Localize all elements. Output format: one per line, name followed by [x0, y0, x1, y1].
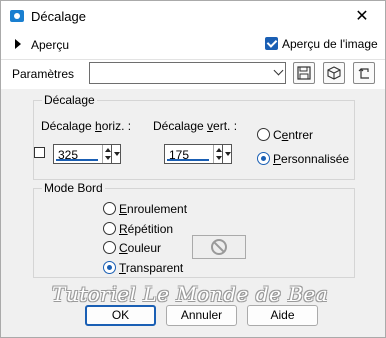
reset-icon — [358, 68, 369, 79]
couleur-post: ouleur — [127, 241, 162, 255]
vert-offset-input[interactable]: 175 — [164, 144, 224, 164]
window-title: Décalage — [31, 9, 86, 24]
horiz-label: Décalage horiz. : — [41, 119, 131, 133]
horiz-offset-input[interactable]: 325 — [53, 144, 113, 164]
no-color-icon — [211, 239, 227, 255]
couleur-key: C — [119, 241, 128, 255]
transparent-radio[interactable] — [103, 261, 116, 274]
centrer-label-pre: C — [273, 128, 282, 142]
title-bar: Décalage ✕ — [1, 1, 385, 32]
enroulement-post: nroulement — [127, 202, 188, 216]
vert-focus-line — [167, 159, 209, 161]
aide-button[interactable]: Aide — [247, 305, 318, 326]
preview-toolbar: Aperçu Aperçu de l'image — [1, 32, 385, 59]
close-button[interactable]: ✕ — [339, 1, 385, 32]
repetition-label[interactable]: Répétition — [119, 222, 173, 236]
apercu-image-label[interactable]: Aperçu de l'image — [282, 37, 378, 51]
transparent-key: T — [119, 261, 126, 275]
chevron-down-icon — [273, 65, 284, 76]
personnalisee-radio[interactable] — [257, 152, 270, 165]
centrer-radio[interactable] — [257, 128, 270, 141]
offset-group-title: Décalage — [42, 93, 97, 107]
personnalisee-label[interactable]: Personnalisée — [273, 152, 349, 166]
annuler-button[interactable]: Annuler — [166, 305, 237, 326]
couleur-radio[interactable] — [103, 241, 116, 254]
color-swatch-button[interactable] — [192, 235, 246, 259]
params-combo[interactable] — [89, 62, 286, 84]
perso-label-key: P — [273, 152, 282, 166]
enroulement-label[interactable]: Enroulement — [119, 202, 187, 216]
mode-bord-group: Mode Bord — [33, 181, 355, 278]
reset-button[interactable] — [353, 62, 375, 84]
repetition-key: R — [119, 222, 128, 236]
repetition-radio[interactable] — [103, 222, 116, 235]
centrer-label[interactable]: Centrer — [273, 128, 313, 142]
apercu-label[interactable]: Aperçu — [31, 38, 69, 52]
horiz-focus-line — [56, 159, 98, 161]
couleur-label[interactable]: Couleur — [119, 241, 161, 255]
horiz-dropdown-button[interactable] — [111, 144, 121, 164]
ok-button[interactable]: OK — [85, 305, 156, 326]
save-preset-button[interactable] — [293, 62, 315, 84]
params-label: Paramètres — [12, 67, 75, 81]
link-checkbox[interactable] — [34, 147, 45, 158]
centrer-label-post: ntrer — [288, 128, 314, 142]
expand-arrow-icon[interactable] — [15, 39, 21, 49]
perso-label-post: ersonnalisée — [281, 152, 350, 166]
transparent-label[interactable]: Transparent — [119, 261, 183, 275]
mode-bord-title: Mode Bord — [42, 181, 105, 195]
enroulement-key: E — [119, 202, 128, 216]
random-button[interactable] — [323, 62, 345, 84]
horiz-label-pre: Décalage — [41, 119, 96, 133]
app-camera-icon — [10, 10, 24, 22]
vert-label-post: ert. : — [213, 119, 238, 133]
transparent-post: ransparent — [125, 261, 184, 275]
vert-dropdown-button[interactable] — [222, 144, 232, 164]
dialog-window: Décalage ✕ Aperçu Aperçu de l'image Para… — [0, 0, 386, 338]
vert-label-pre: Décalage — [153, 119, 208, 133]
horiz-label-post: oriz. : — [101, 119, 132, 133]
vert-label: Décalage vert. : — [153, 119, 237, 133]
watermark-text: Tutoriel Le Monde de Bea — [52, 282, 329, 306]
params-row: Paramètres — [1, 59, 385, 89]
apercu-image-checkbox[interactable] — [265, 37, 278, 50]
repetition-post: épétition — [127, 222, 174, 236]
floppy-disk-icon — [297, 66, 311, 80]
dice-icon — [327, 66, 341, 80]
enroulement-radio[interactable] — [103, 202, 116, 215]
horiz-label-key: h — [95, 119, 102, 133]
